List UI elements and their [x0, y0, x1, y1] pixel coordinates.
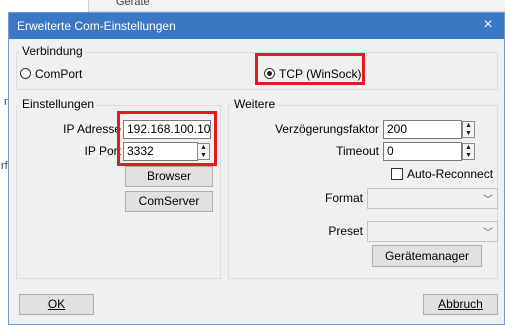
timeout-label: Timeout [336, 144, 379, 158]
preset-label: Preset [328, 224, 363, 238]
chevron-down-icon[interactable]: ﹀ [483, 191, 493, 206]
dialog-title: Erweiterte Com-Einstellungen [17, 19, 176, 33]
background-side-text: rf [1, 160, 8, 172]
auto-reconnect-check-box[interactable] [391, 168, 403, 180]
auto-reconnect-label: Auto-Reconnect [407, 167, 494, 181]
background-toolbar [88, 0, 505, 12]
chevron-down-icon[interactable]: ﹀ [483, 224, 493, 239]
format-label: Format [324, 191, 363, 205]
comserver-button[interactable]: ComServer [125, 191, 213, 212]
spin-down-icon[interactable]: ▼ [463, 130, 474, 138]
com-settings-dialog: Erweiterte Com-Einstellungen × Verbindun… [8, 12, 505, 325]
close-icon[interactable]: × [478, 16, 498, 34]
comport-radio-circle[interactable] [20, 68, 31, 79]
einstellungen-group-title: Einstellungen [20, 97, 97, 111]
weitere-group-title: Weitere [232, 97, 278, 111]
background-tab-label: Geräte [116, 0, 150, 8]
screen: Geräte n rf Erweiterte Com-Einstellungen… [0, 0, 505, 325]
highlight-box-ip [117, 111, 217, 166]
device-manager-button[interactable]: Gerätemanager [372, 245, 482, 267]
comport-radio-label: ComPort [35, 67, 83, 81]
delay-factor-label: Verzögerungsfaktor [274, 122, 379, 136]
preset-select[interactable]: ﹀ [367, 221, 498, 242]
highlight-box-tcp [255, 53, 365, 85]
verbindung-group-title: Verbindung [20, 44, 85, 58]
ip-port-label: IP Port [84, 144, 121, 158]
title-bar[interactable]: Erweiterte Com-Einstellungen × [9, 13, 504, 39]
delay-factor-input[interactable]: 200 [383, 120, 462, 139]
spin-up-icon[interactable]: ▲ [463, 122, 474, 130]
spin-down-icon[interactable]: ▼ [463, 152, 474, 160]
timeout-input[interactable]: 0 [383, 142, 462, 161]
ok-button[interactable]: OK [19, 294, 94, 315]
cancel-button[interactable]: Abbruch [423, 294, 498, 315]
browser-button[interactable]: Browser [125, 166, 213, 187]
format-select[interactable]: ﹀ [367, 188, 498, 209]
auto-reconnect-checkbox[interactable]: Auto-Reconnect [391, 166, 501, 182]
comport-radio[interactable]: ComPort [20, 66, 100, 82]
spin-up-icon[interactable]: ▲ [463, 144, 474, 152]
ip-address-label: IP Adresse [63, 122, 121, 136]
timeout-spinner[interactable]: ▲ ▼ [462, 143, 475, 160]
delay-factor-spinner[interactable]: ▲ ▼ [462, 121, 475, 138]
